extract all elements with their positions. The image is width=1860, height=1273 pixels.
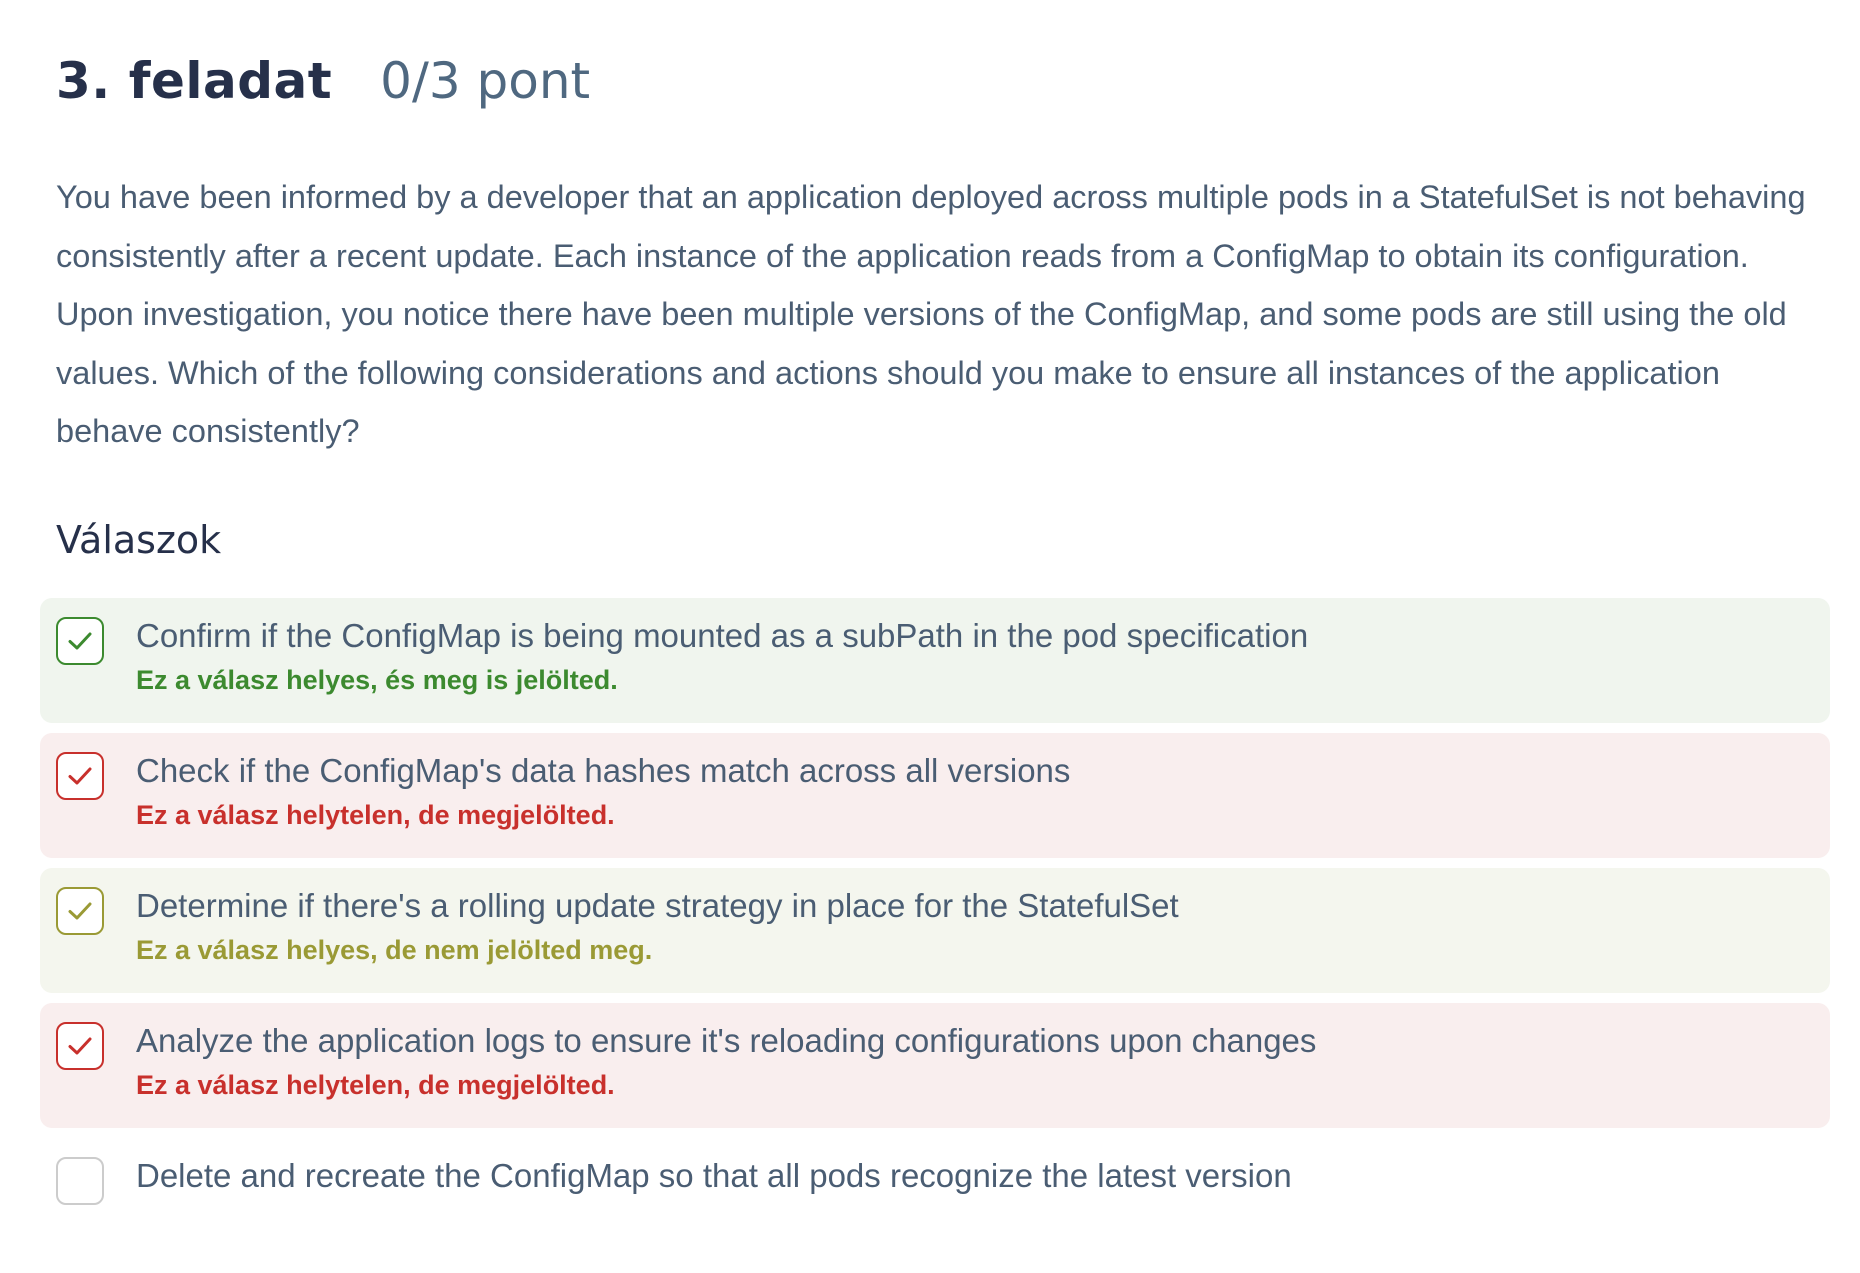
task-points: 0/3 pont [380, 52, 591, 110]
answer-checkbox[interactable] [56, 617, 104, 665]
answers-list: Confirm if the ConfigMap is being mounte… [40, 598, 1830, 1273]
task-header: 3. feladat 0/3 pont [56, 52, 590, 110]
answer-checkbox[interactable] [56, 887, 104, 935]
answer-feedback: Ez a válasz helytelen, de megjelölted. [136, 800, 615, 830]
answers-heading: Válaszok [56, 518, 222, 562]
answer-feedback: Ez a válasz helytelen, de megjelölted. [136, 1070, 615, 1100]
answer-text: Determine if there's a rolling update st… [136, 887, 1179, 924]
answer-checkbox[interactable] [56, 1022, 104, 1070]
answer-item[interactable]: Determine if there's a rolling update st… [40, 868, 1830, 993]
check-icon [68, 767, 92, 785]
answer-checkbox[interactable] [56, 752, 104, 800]
task-title: 3. feladat [56, 52, 333, 110]
answer-item[interactable]: Confirm if the ConfigMap is being mounte… [40, 598, 1830, 723]
answer-text: Check if the ConfigMap's data hashes mat… [136, 752, 1071, 789]
answer-item[interactable]: Check if the ConfigMap's data hashes mat… [40, 733, 1830, 858]
answer-text: Delete and recreate the ConfigMap so tha… [136, 1157, 1292, 1194]
answer-item[interactable]: Delete and recreate the ConfigMap so tha… [40, 1138, 1830, 1263]
answer-item[interactable]: Analyze the application logs to ensure i… [40, 1003, 1830, 1128]
answer-feedback: Ez a válasz helyes, de nem jelölted meg. [136, 935, 653, 965]
check-icon [68, 902, 92, 920]
question-text: You have been informed by a developer th… [56, 179, 1806, 450]
check-icon [68, 1037, 92, 1055]
answer-text: Confirm if the ConfigMap is being mounte… [136, 617, 1309, 654]
answer-text: Analyze the application logs to ensure i… [136, 1022, 1317, 1059]
check-icon [68, 632, 92, 650]
answer-feedback: Ez a válasz helyes, és meg is jelölted. [136, 665, 618, 695]
answer-checkbox[interactable] [56, 1157, 104, 1205]
